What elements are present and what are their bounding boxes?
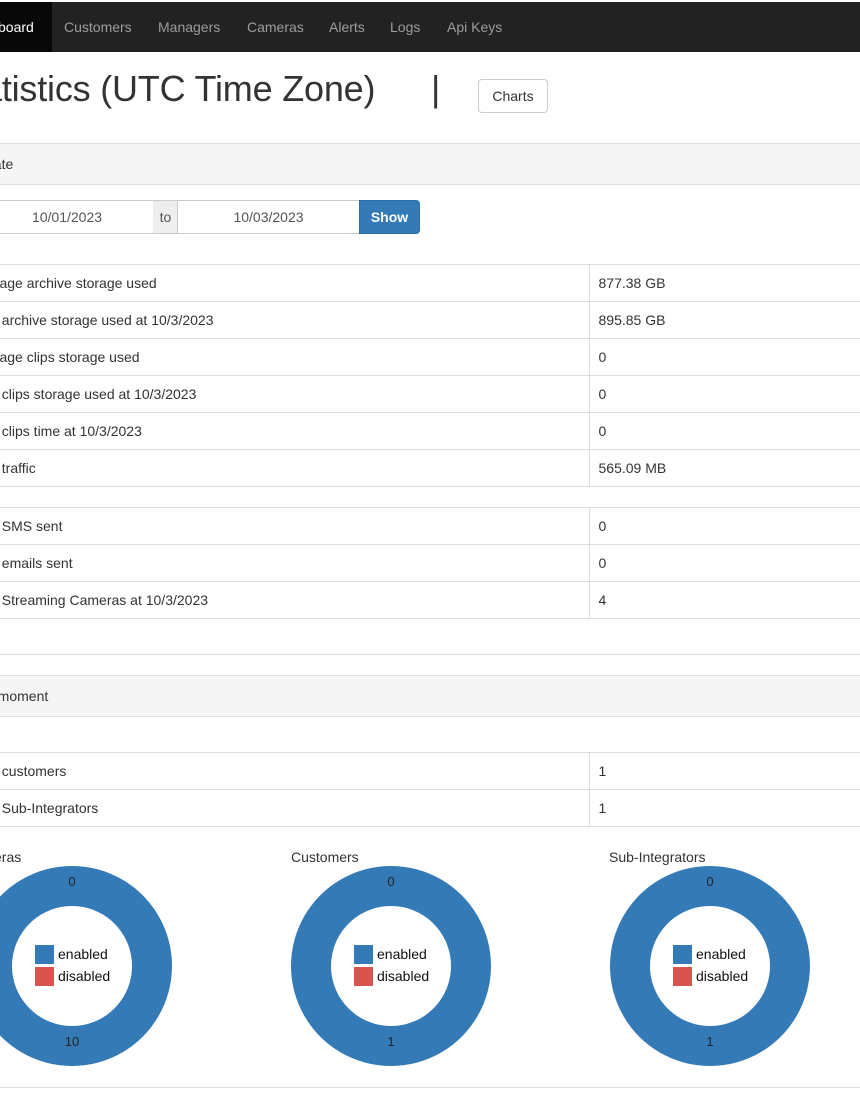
donut-chart-sub-integrators: 0 1 enabled disabled	[609, 866, 810, 1066]
stat-value: 0	[588, 338, 860, 376]
legend-swatch-enabled	[673, 945, 692, 964]
stat-label: al emails sent	[0, 544, 589, 582]
page-title: atistics (UTC Time Zone)	[0, 68, 376, 109]
date-to-addon: to	[153, 200, 178, 234]
legend-swatch-disabled	[673, 967, 692, 986]
stat-value: 0	[588, 375, 860, 413]
nav-cameras[interactable]: Cameras	[247, 2, 304, 52]
legend-swatch-disabled	[354, 967, 373, 986]
table-row: al clips time at 10/3/2023 0	[0, 412, 860, 450]
stat-label: al traffic	[0, 449, 589, 487]
donut-title-sub-integrators: Sub-Integrators	[609, 849, 706, 865]
stat-value: 877.38 GB	[588, 264, 860, 302]
charts-button[interactable]: Charts	[478, 79, 548, 113]
donut-bottom-label: 1	[706, 1034, 714, 1049]
table-row: erage clips storage used 0	[0, 338, 860, 376]
donut-top-label: 0	[706, 874, 714, 889]
stats-table-period: erage archive storage used 877.38 GB al a…	[0, 264, 860, 487]
divider	[0, 1087, 860, 1088]
date-to-input[interactable]: 10/03/2023	[177, 200, 360, 234]
table-row: al traffic565.09 MB	[0, 449, 860, 487]
nav-api-keys[interactable]: Api Keys	[447, 2, 502, 52]
stat-label: al clips storage used at 10/3/2023	[0, 375, 589, 413]
donut-title-cameras: eras	[0, 849, 22, 865]
table-row: al clips storage used at 10/3/2023 0	[0, 375, 860, 413]
nav-customers[interactable]: Customers	[64, 2, 132, 52]
table-row: al Sub-Integrators1	[0, 789, 860, 827]
stat-value: 895.85 GB	[588, 301, 860, 339]
stat-value: 4	[588, 581, 860, 619]
date-from-input[interactable]: 10/01/2023	[0, 200, 154, 234]
stat-label: al Sub-Integrators	[0, 789, 589, 827]
stat-label: al SMS sent	[0, 507, 589, 545]
moment-panel-heading: e moment	[0, 675, 860, 717]
donut-chart-customers: 0 1 enabled disabled	[290, 866, 491, 1066]
nav-dashboard-label: board	[0, 19, 34, 35]
table-row: al archive storage used at 10/3/2023 895.…	[0, 301, 860, 339]
show-button[interactable]: Show	[359, 200, 420, 234]
donut-top-label: 0	[68, 874, 76, 889]
moment-panel-heading-text: e moment	[0, 688, 49, 704]
stat-label: al archive storage used at 10/3/2023	[0, 301, 589, 339]
table-row: al customers1	[0, 752, 860, 790]
legend-swatch-enabled	[35, 945, 54, 964]
nav-dashboard[interactable]: board	[0, 2, 52, 52]
stat-value: 1	[588, 789, 860, 827]
stat-label: al clips time at 10/3/2023	[0, 412, 589, 450]
legend-swatch-enabled	[354, 945, 373, 964]
donut-chart-cameras: 0 10 enabled disabled	[0, 866, 172, 1066]
date-panel-heading-text: date	[0, 156, 14, 172]
stats-table-moment: al customers1 al Sub-Integrators1	[0, 752, 860, 827]
stat-label: erage clips storage used	[0, 338, 589, 376]
stat-value: 565.09 MB	[588, 449, 860, 487]
donut-bottom-label: 1	[387, 1034, 395, 1049]
top-navbar: board Customers Managers Cameras Alerts …	[0, 2, 860, 52]
date-panel-heading: date	[0, 143, 860, 185]
stats-table-messages: al SMS sent0 al emails sent0 al Streamin…	[0, 507, 860, 619]
stat-value: 0	[588, 544, 860, 582]
table-row: al Streaming Cameras at 10/3/2023 4	[0, 581, 860, 619]
stat-label: al Streaming Cameras at 10/3/2023	[0, 581, 589, 619]
donut-title-customers: Customers	[291, 849, 359, 865]
nav-logs[interactable]: Logs	[390, 2, 420, 52]
stat-label: erage archive storage used	[0, 264, 589, 302]
donut-bottom-label: 10	[64, 1034, 80, 1049]
title-separator: |	[431, 68, 441, 109]
table-row: erage archive storage used 877.38 GB	[0, 264, 860, 302]
nav-managers[interactable]: Managers	[158, 2, 220, 52]
donut-top-label: 0	[387, 874, 395, 889]
stat-value: 0	[588, 507, 860, 545]
legend-swatch-disabled	[35, 967, 54, 986]
table-row: al emails sent0	[0, 544, 860, 582]
stat-label: al customers	[0, 752, 589, 790]
nav-alerts[interactable]: Alerts	[329, 2, 365, 52]
stat-value: 0	[588, 412, 860, 450]
table-row: al SMS sent0	[0, 507, 860, 545]
divider	[0, 654, 860, 655]
stat-value: 1	[588, 752, 860, 790]
